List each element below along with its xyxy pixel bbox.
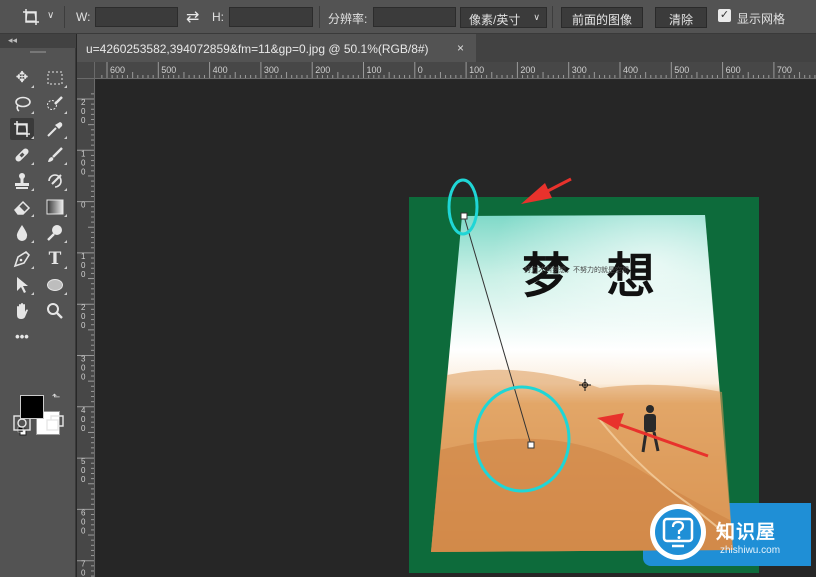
watermark-url: zhishiwu.com: [720, 545, 781, 556]
annotation-arrow: [521, 177, 572, 204]
poster-subtitle: 努力才叫梦想，不努力的就是空想: [524, 267, 629, 274]
image-overlay: [431, 177, 734, 560]
corner-handle[interactable]: [460, 212, 468, 220]
watermark-title: 知识屋: [716, 522, 777, 543]
corner-handle[interactable]: [527, 441, 535, 449]
watermark-logo-icon: [650, 504, 706, 560]
